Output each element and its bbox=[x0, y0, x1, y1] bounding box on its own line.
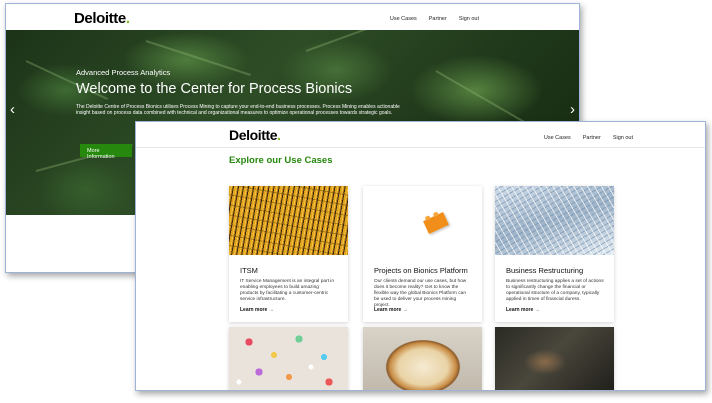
use-case-card[interactable] bbox=[495, 327, 614, 390]
leaf-vein bbox=[305, 30, 401, 52]
screenshot-canvas: Deloitte. Use Cases Partner Sign out ‹ ›… bbox=[0, 0, 712, 403]
lego-brick-icon bbox=[423, 212, 449, 234]
use-cases-page-window: Deloitte. Use Cases Partner Sign out Exp… bbox=[135, 121, 706, 391]
hero-text-block: Advanced Process Analytics Welcome to th… bbox=[76, 68, 406, 117]
nav-use-cases-link[interactable]: Use Cases bbox=[544, 135, 571, 141]
nav-partner-link[interactable]: Partner bbox=[583, 135, 601, 141]
card-description: IT Service Management is an integral par… bbox=[240, 279, 335, 302]
carousel-prev-arrow-icon[interactable]: ‹ bbox=[10, 102, 15, 117]
card-description: Business restructuring applies a set of … bbox=[506, 279, 604, 302]
yellow-cables-image bbox=[229, 186, 348, 255]
hero-description: The Deloitte Centre of Process Bionics u… bbox=[76, 104, 400, 117]
top-navbar: Deloitte. Use Cases Partner Sign out bbox=[136, 122, 705, 148]
card-title: Projects on Bionics Platform bbox=[374, 266, 468, 275]
leaf-vein bbox=[435, 70, 532, 127]
nav-sign-out-link[interactable]: Sign out bbox=[459, 16, 479, 22]
meringue-pie-image bbox=[363, 327, 482, 390]
nav-links: Use Cases Partner Sign out bbox=[390, 16, 479, 22]
top-navbar: Deloitte. Use Cases Partner Sign out bbox=[6, 4, 579, 30]
nav-use-cases-link[interactable]: Use Cases bbox=[390, 16, 417, 22]
learn-more-link[interactable]: Learn more → bbox=[240, 307, 274, 313]
orange-lego-brick-image bbox=[363, 186, 482, 255]
carousel-next-arrow-icon[interactable]: › bbox=[570, 102, 575, 117]
section-title: Explore our Use Cases bbox=[229, 155, 333, 166]
use-case-card-itsm[interactable]: ITSM IT Service Management is an integra… bbox=[229, 186, 348, 322]
nav-sign-out-link[interactable]: Sign out bbox=[613, 135, 633, 141]
card-title: ITSM bbox=[240, 266, 258, 275]
nav-links: Use Cases Partner Sign out bbox=[544, 135, 633, 141]
dark-coffee-image bbox=[495, 327, 614, 390]
card-title: Business Restructuring bbox=[506, 266, 584, 275]
nav-partner-link[interactable]: Partner bbox=[429, 16, 447, 22]
hero-title: Welcome to the Center for Process Bionic… bbox=[76, 81, 353, 97]
deloitte-logo[interactable]: Deloitte. bbox=[74, 10, 130, 27]
card-description: Our clients demand our use cases, but ho… bbox=[374, 279, 467, 308]
learn-more-link[interactable]: Learn more → bbox=[506, 307, 540, 313]
use-case-card-restructuring[interactable]: Business Restructuring Business restruct… bbox=[495, 186, 614, 322]
use-case-card[interactable] bbox=[229, 327, 348, 390]
more-information-button[interactable]: More Information bbox=[80, 144, 132, 160]
colorful-pills-image bbox=[229, 327, 348, 390]
deloitte-logo[interactable]: Deloitte. bbox=[229, 127, 281, 143]
glass-building-image bbox=[495, 186, 614, 255]
learn-more-link[interactable]: Learn more → bbox=[374, 307, 408, 313]
use-case-card[interactable] bbox=[363, 327, 482, 390]
hero-kicker: Advanced Process Analytics bbox=[76, 68, 171, 77]
use-case-card-projects[interactable]: Projects on Bionics Platform Our clients… bbox=[363, 186, 482, 322]
